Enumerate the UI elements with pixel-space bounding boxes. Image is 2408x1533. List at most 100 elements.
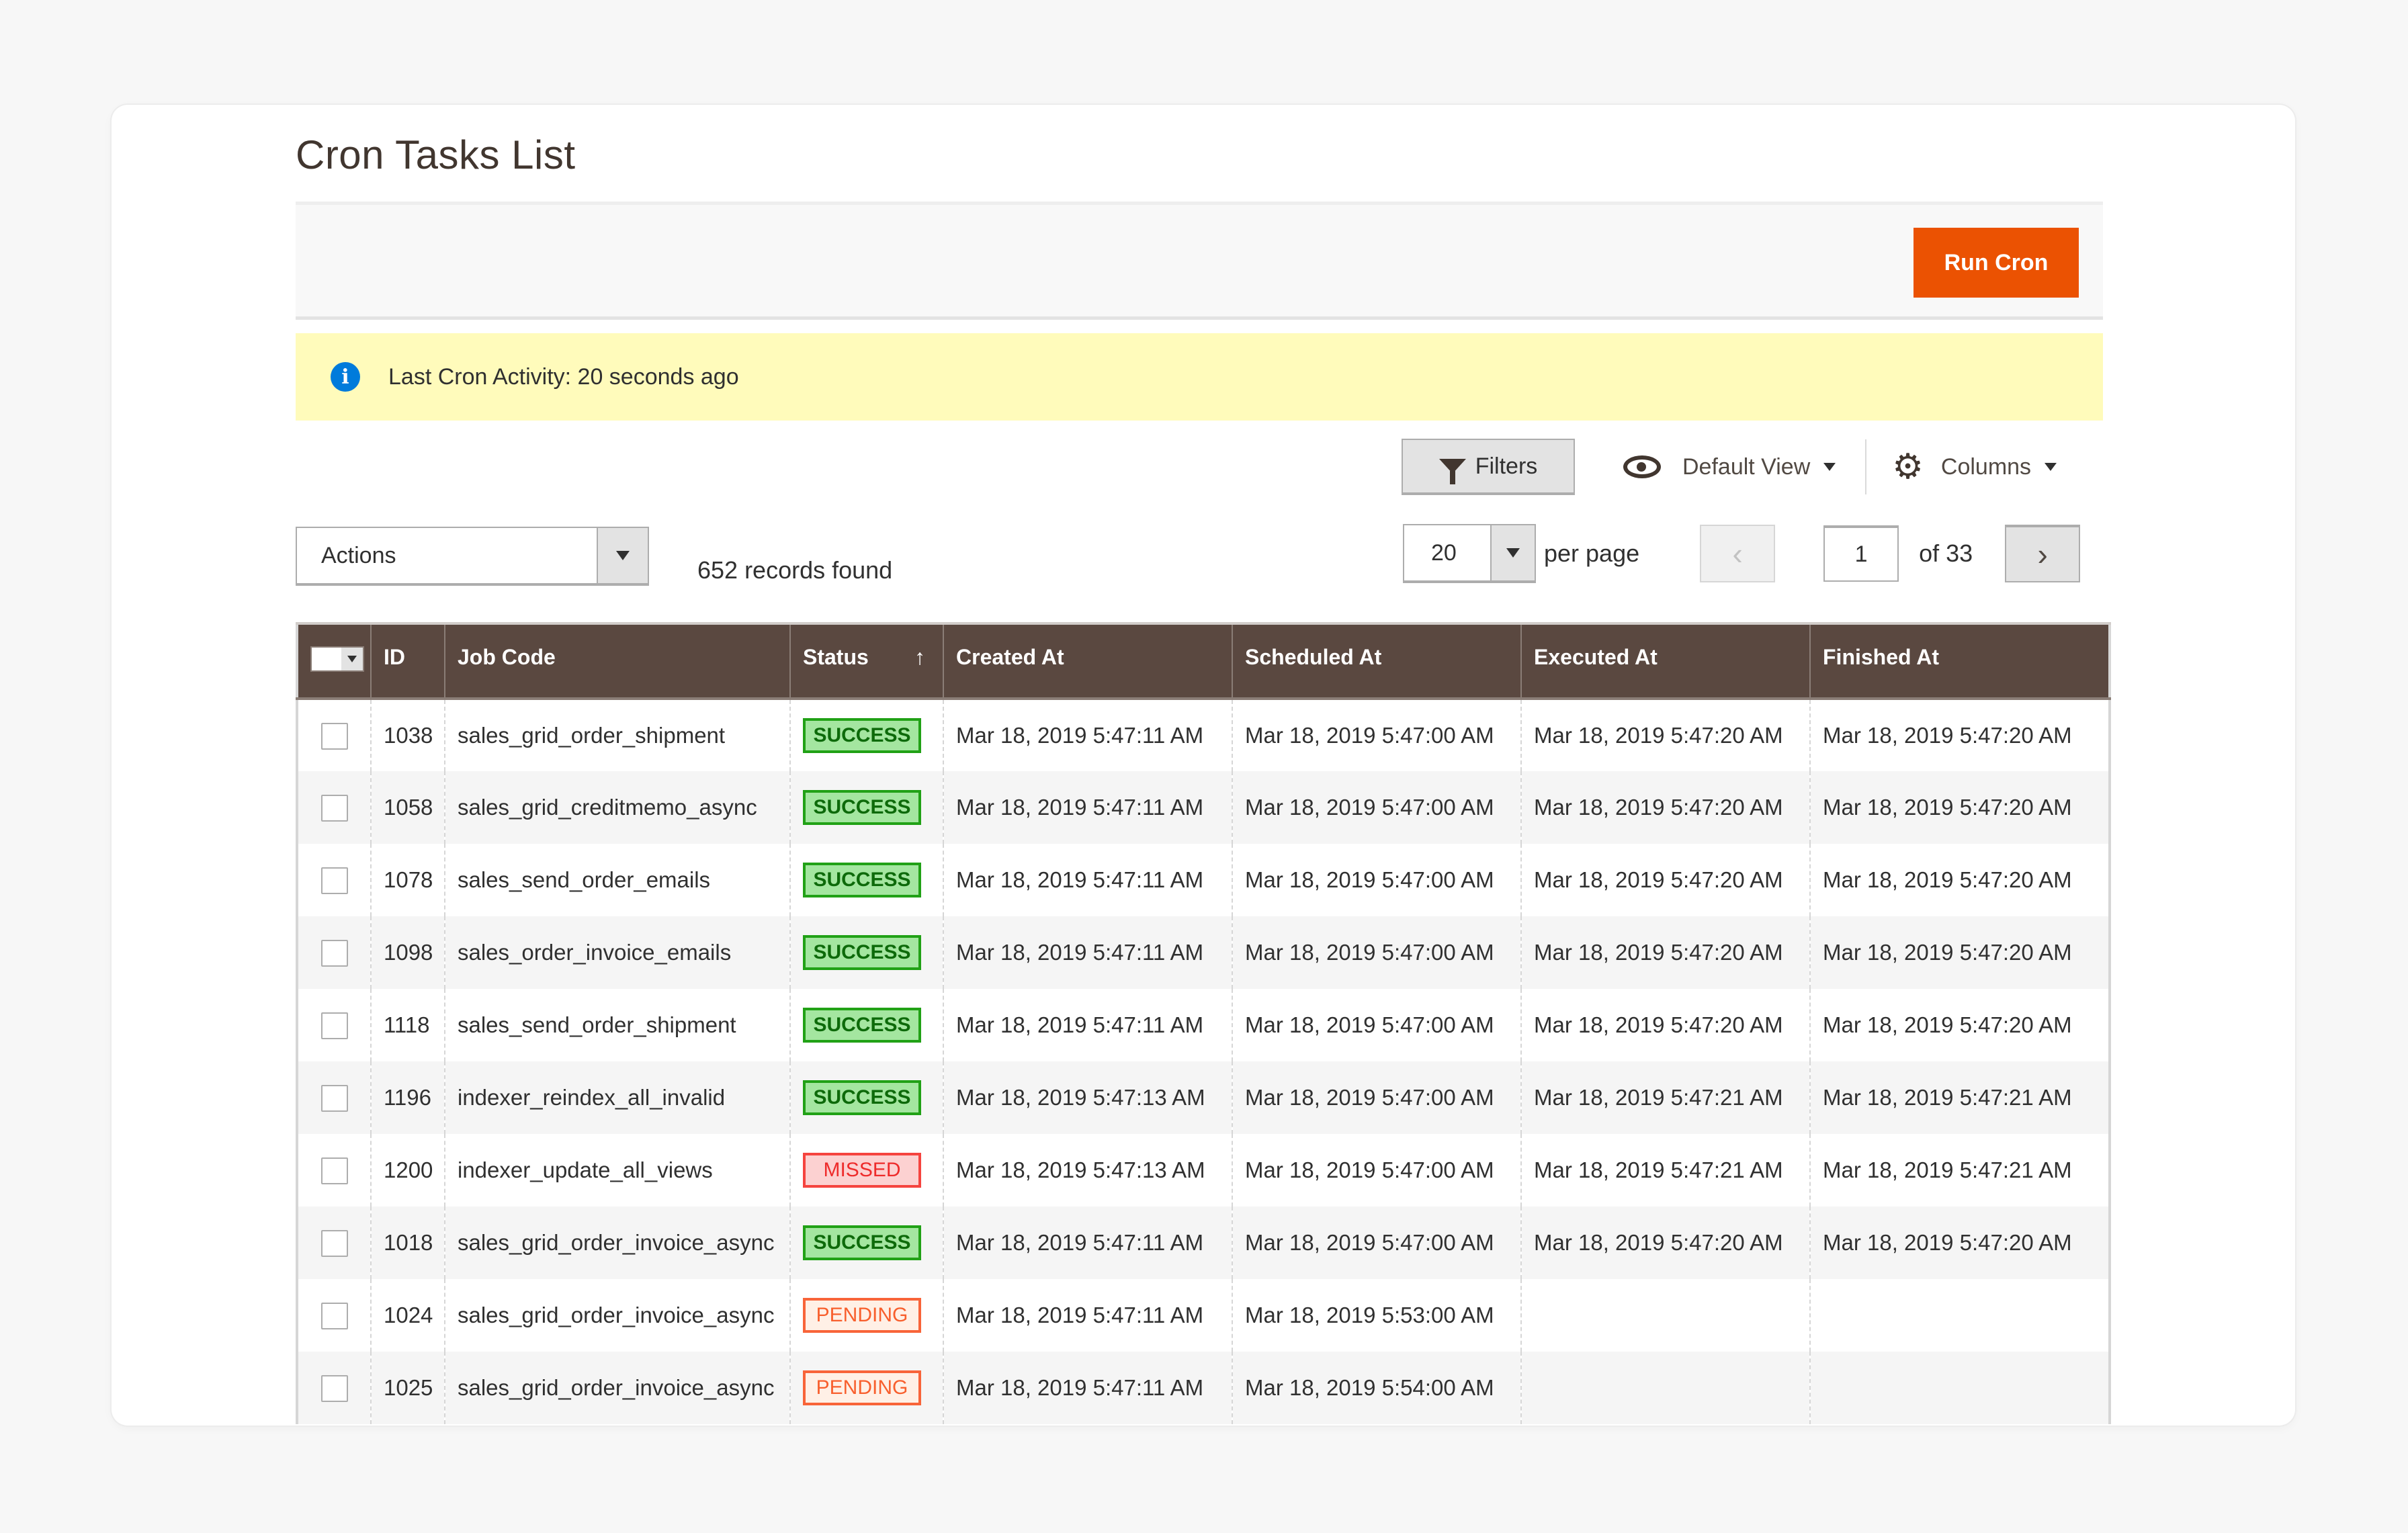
column-header-job-code[interactable]: Job Code xyxy=(444,622,790,700)
row-select-cell xyxy=(297,1061,371,1134)
records-found: 652 records found xyxy=(697,556,893,584)
cell-scheduled-at: Mar 18, 2019 5:47:00 AM xyxy=(1232,771,1521,844)
cell-status: SUCCESS xyxy=(789,989,943,1061)
mass-actions-select[interactable]: Actions xyxy=(296,527,649,586)
cell-created-at: Mar 18, 2019 5:47:11 AM xyxy=(943,916,1232,989)
view-switcher[interactable]: Default View xyxy=(1623,454,1836,480)
cell-job-code: indexer_reindex_all_invalid xyxy=(444,1061,790,1134)
gear-icon: ⚙ xyxy=(1892,447,1924,486)
column-header-finished-at[interactable]: Finished At xyxy=(1809,622,2110,700)
status-badge: SUCCESS xyxy=(803,1225,921,1260)
chevron-down-icon xyxy=(347,656,357,662)
cell-finished-at: Mar 18, 2019 5:47:20 AM xyxy=(1809,771,2110,844)
column-header-scheduled-at[interactable]: Scheduled At xyxy=(1232,622,1521,700)
current-page-input[interactable]: 1 xyxy=(1823,525,1899,582)
cell-scheduled-at: Mar 18, 2019 5:47:00 AM xyxy=(1232,916,1521,989)
row-checkbox[interactable] xyxy=(320,1229,348,1257)
columns-control[interactable]: ⚙ Columns xyxy=(1892,449,2057,484)
chevron-left-icon: ‹ xyxy=(1732,536,1743,571)
cell-finished-at: Mar 18, 2019 5:47:20 AM xyxy=(1809,1207,2110,1279)
page-title: Cron Tasks List xyxy=(296,132,576,177)
cell-id: 1200 xyxy=(370,1134,445,1207)
row-checkbox[interactable] xyxy=(320,1084,348,1112)
previous-page-button[interactable]: ‹ xyxy=(1700,525,1776,582)
per-page-select[interactable]: 20 xyxy=(1403,524,1536,583)
cell-job-code: sales_send_order_shipment xyxy=(444,989,790,1061)
cell-status: SUCCESS xyxy=(789,699,943,771)
cell-executed-at: Mar 18, 2019 5:47:20 AM xyxy=(1520,771,1810,844)
cell-id: 1098 xyxy=(370,916,445,989)
cell-finished-at: Mar 18, 2019 5:47:20 AM xyxy=(1809,844,2110,916)
table-row[interactable]: 1038 sales_grid_order_shipment SUCCESS Mar … xyxy=(297,699,2110,771)
sort-ascending-icon: ↑ xyxy=(914,645,925,669)
table-row[interactable]: 1018 sales_grid_order_invoice_async SUCCES… xyxy=(297,1207,2110,1279)
row-checkbox[interactable] xyxy=(320,939,348,967)
cell-executed-at: Mar 18, 2019 5:47:20 AM xyxy=(1520,916,1810,989)
chevron-down-icon xyxy=(1823,463,1836,471)
cell-executed-at xyxy=(1520,1279,1810,1352)
cell-status: SUCCESS xyxy=(789,1061,943,1134)
cell-executed-at: Mar 18, 2019 5:47:20 AM xyxy=(1520,699,1810,771)
cell-scheduled-at: Mar 18, 2019 5:47:00 AM xyxy=(1232,1061,1521,1134)
cell-id: 1038 xyxy=(370,699,445,771)
cell-finished-at: Mar 18, 2019 5:47:21 AM xyxy=(1809,1134,2110,1207)
mass-actions-label: Actions xyxy=(321,542,396,568)
cell-executed-at: Mar 18, 2019 5:47:21 AM xyxy=(1520,1134,1810,1207)
cell-created-at: Mar 18, 2019 5:47:11 AM xyxy=(943,1207,1232,1279)
mass-select-dropdown[interactable] xyxy=(341,648,363,670)
column-header-created-at[interactable]: Created At xyxy=(943,622,1232,700)
next-page-button[interactable]: › xyxy=(2005,525,2081,582)
mass-select-header xyxy=(297,622,371,700)
table-row[interactable]: 1078 sales_send_order_emails SUCCESS Mar 18… xyxy=(297,844,2110,916)
eye-icon xyxy=(1623,455,1661,478)
status-badge: SUCCESS xyxy=(803,1008,921,1043)
cell-executed-at: Mar 18, 2019 5:47:20 AM xyxy=(1520,1207,1810,1279)
cell-status: SUCCESS xyxy=(789,771,943,844)
cell-job-code: sales_send_order_emails xyxy=(444,844,790,916)
cell-job-code: sales_grid_order_invoice_async xyxy=(444,1207,790,1279)
cell-id: 1078 xyxy=(370,844,445,916)
per-page-dropdown-toggle[interactable] xyxy=(1490,525,1535,580)
row-checkbox[interactable] xyxy=(320,722,348,750)
filters-button[interactable]: Filters xyxy=(1402,439,1575,495)
cell-job-code: sales_grid_creditmemo_async xyxy=(444,771,790,844)
row-checkbox[interactable] xyxy=(320,1012,348,1039)
cell-job-code: sales_grid_order_invoice_async xyxy=(444,1352,790,1424)
table-row[interactable]: 1200 indexer_update_all_views MISSED Mar 18… xyxy=(297,1134,2110,1207)
row-checkbox[interactable] xyxy=(320,1302,348,1329)
cell-finished-at: Mar 18, 2019 5:47:20 AM xyxy=(1809,916,2110,989)
row-select-cell xyxy=(297,699,371,771)
table-row[interactable]: 1024 sales_grid_order_invoice_async PENDIN… xyxy=(297,1279,2110,1352)
row-checkbox[interactable] xyxy=(320,794,348,822)
run-cron-button[interactable]: Run Cron xyxy=(1914,228,2079,298)
cell-scheduled-at: Mar 18, 2019 5:47:00 AM xyxy=(1232,989,1521,1061)
table-row[interactable]: 1118 sales_send_order_shipment SUCCESS Mar … xyxy=(297,989,2110,1061)
cell-scheduled-at: Mar 18, 2019 5:54:00 AM xyxy=(1232,1352,1521,1424)
cell-id: 1196 xyxy=(370,1061,445,1134)
cell-status: SUCCESS xyxy=(789,916,943,989)
column-header-status[interactable]: Status ↑ xyxy=(789,622,943,700)
cell-executed-at xyxy=(1520,1352,1810,1424)
per-page-value: 20 xyxy=(1431,539,1457,566)
status-badge: SUCCESS xyxy=(803,718,921,753)
table-row[interactable]: 1196 indexer_reindex_all_invalid SUCCESS Ma… xyxy=(297,1061,2110,1134)
column-header-id[interactable]: ID xyxy=(370,622,445,700)
column-header-executed-at[interactable]: Executed At xyxy=(1520,622,1810,700)
cell-job-code: sales_grid_order_invoice_async xyxy=(444,1279,790,1352)
mass-select-checkbox[interactable] xyxy=(310,646,364,672)
table-row[interactable]: 1058 sales_grid_creditmemo_async SUCCESS Ma… xyxy=(297,771,2110,844)
row-checkbox[interactable] xyxy=(320,1157,348,1184)
cell-status: SUCCESS xyxy=(789,1207,943,1279)
row-select-cell xyxy=(297,916,371,989)
cell-created-at: Mar 18, 2019 5:47:11 AM xyxy=(943,1279,1232,1352)
status-badge: SUCCESS xyxy=(803,790,921,825)
mass-actions-dropdown-toggle[interactable] xyxy=(597,528,648,583)
table-row[interactable]: 1098 sales_order_invoice_emails SUCCESS Mar… xyxy=(297,916,2110,989)
row-checkbox[interactable] xyxy=(320,1374,348,1402)
cell-executed-at: Mar 18, 2019 5:47:21 AM xyxy=(1520,1061,1810,1134)
table-row[interactable]: 1025 sales_grid_order_invoice_async PENDIN… xyxy=(297,1352,2110,1424)
row-select-cell xyxy=(297,1279,371,1352)
cell-scheduled-at: Mar 18, 2019 5:47:00 AM xyxy=(1232,844,1521,916)
row-checkbox[interactable] xyxy=(320,867,348,894)
columns-label: Columns xyxy=(1940,453,2032,480)
